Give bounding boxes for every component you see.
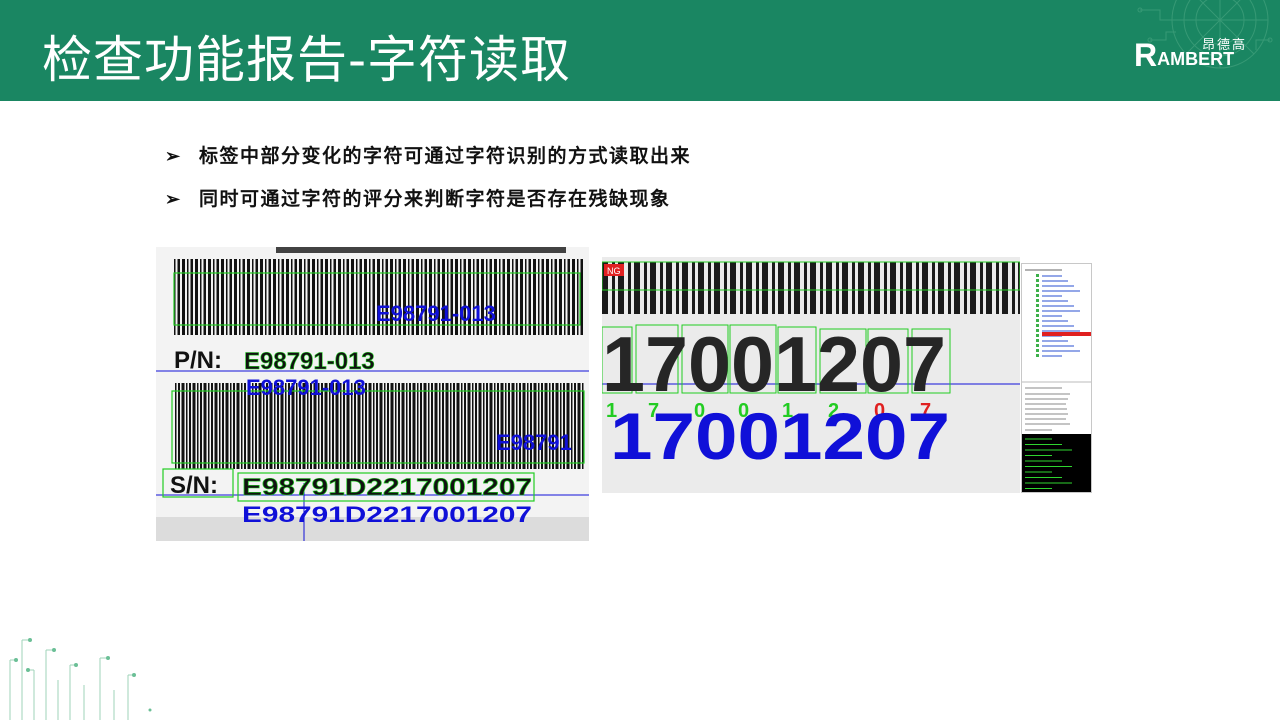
bullet-item: ➢ 同时可通过字符的评分来判断字符是否存在残缺现象 [165, 184, 671, 211]
bullet-arrow-icon: ➢ [165, 146, 182, 167]
header-band: 检查功能报告-字符读取 RAMBERT 昂德高 [0, 0, 1280, 101]
pn-read-top: E98791-013 [376, 301, 496, 326]
pn-read-right: E98791 [496, 430, 572, 455]
bullet-arrow-icon: ➢ [165, 189, 182, 210]
pn-value: E98791-013 [244, 348, 375, 375]
bullet-text: 标签中部分变化的字符可通过字符识别的方式读取出来 [199, 145, 692, 167]
page-title: 检查功能报告-字符读取 [42, 31, 572, 89]
number-ocr-image: NG 17001207 17001207 17001207 [602, 257, 1020, 493]
inspection-tool-panel [1021, 263, 1092, 493]
pn-read: E98791-013 [246, 375, 366, 400]
ng-badge: NG [607, 266, 621, 276]
circuit-decoration [9, 638, 152, 720]
sn-read: E98791D2217001207 [242, 502, 532, 527]
label-ocr-image: E98791-013 P/N: E98791-013 E98791-013 E9… [156, 247, 589, 541]
printed-number: 17001207 [602, 320, 946, 408]
ocr-result-number: 17001207 [610, 399, 950, 473]
sn-label: S/N: [170, 472, 218, 499]
pn-label: P/N: [174, 347, 222, 374]
sn-value: E98791D2217001207 [242, 474, 532, 501]
bullet-text: 同时可通过字符的评分来判断字符是否存在残缺现象 [199, 188, 671, 210]
bullet-item: ➢ 标签中部分变化的字符可通过字符识别的方式读取出来 [165, 141, 691, 168]
logo-initial: R [1134, 37, 1158, 73]
logo-cn: 昂德高 [1202, 38, 1248, 53]
